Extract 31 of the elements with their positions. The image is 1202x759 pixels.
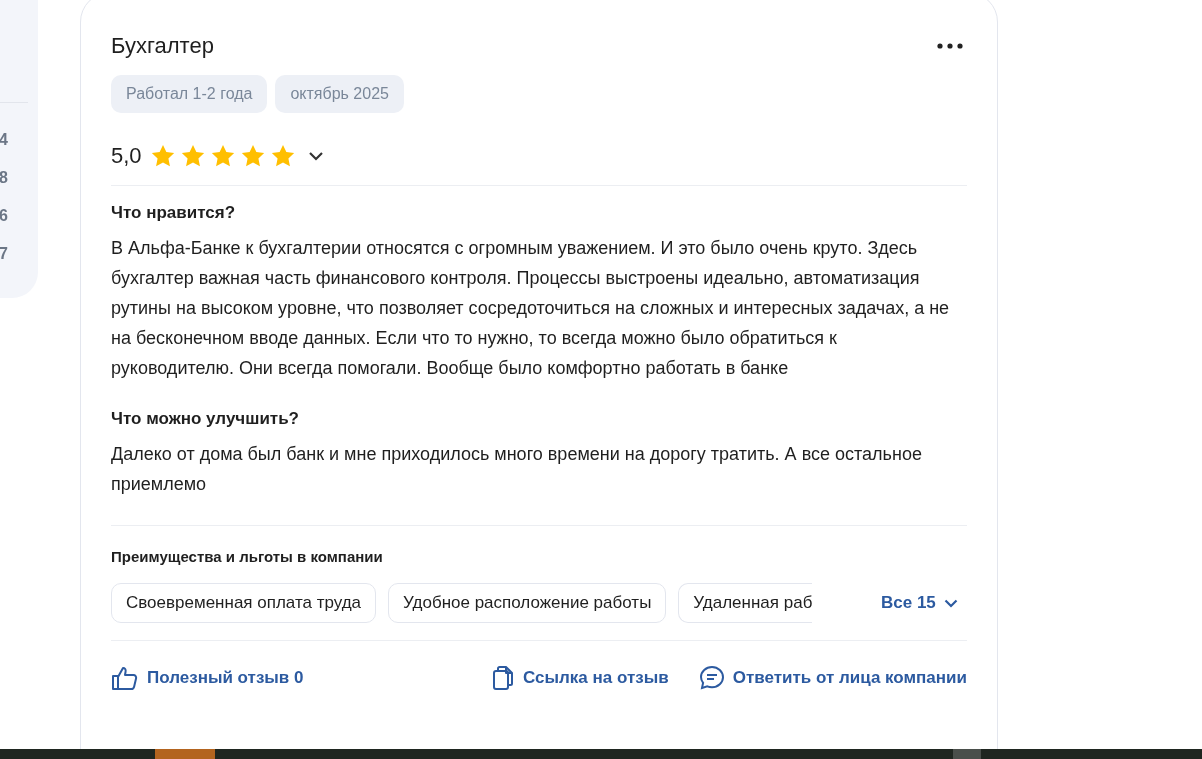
star-icon [269,143,296,169]
star-icon [149,143,176,169]
star-icon [209,143,236,169]
review-text: В Альфа-Банке к бухгалтерии относятся с огромным уважением. И это было очень круто. Здесь бухгалтер важная часть финансового контроля. Процессы выстроены идеально, автоматизация рутины на высоком уровне, что позволяет сосредоточиться на сложных и интересных задачах, а не на бесконечном вводе данных. Если что то нужно, то всегда можно было обратиться к руководителю. Они всегда помогали. Вообще было комфортно работать в банке [111,237,951,380]
benefit-chip: Удаленная раб [678,583,813,623]
caret-icon [307,151,324,161]
section-heading: Что нравится? [111,203,237,223]
more-icon [937,43,963,49]
star-icon [179,143,206,169]
count-label: 8 [0,168,9,188]
benefits-heading: Преимущества и льготы в компании [111,548,384,565]
count-label: 4 [0,130,9,150]
review-link[interactable]: Ссылка на отзыв [491,665,669,691]
section-heading: Что можно улучшить? [111,409,300,429]
chat-bubble-icon [698,665,725,691]
star-icon [239,143,266,169]
count-label: 6 [0,206,9,226]
review-text: Далеко от дома был банк и мне приходилось много времени на дорогу тратить. А все остальное приемлемо [111,443,923,496]
tag: Работал 1-2 года [111,75,268,113]
rating-score: 5,0 [111,143,142,169]
show-all-button[interactable]: Все 15 [881,593,958,613]
helpful-button[interactable]: Полезный отзыв 0 [111,665,304,691]
tag: октябрь 2025 [275,75,404,113]
review-title: Бухгалтер [111,33,214,59]
caret-icon [943,598,958,608]
benefit-chip: Своевременная оплата труда [111,583,377,623]
copy-icon [491,665,516,691]
thumbs-up-icon [111,665,139,691]
count-label: 7 [0,244,9,264]
benefit-chip: Удобное расположение работы [388,583,667,623]
reply-button[interactable]: Ответить от лица компании [698,665,967,691]
